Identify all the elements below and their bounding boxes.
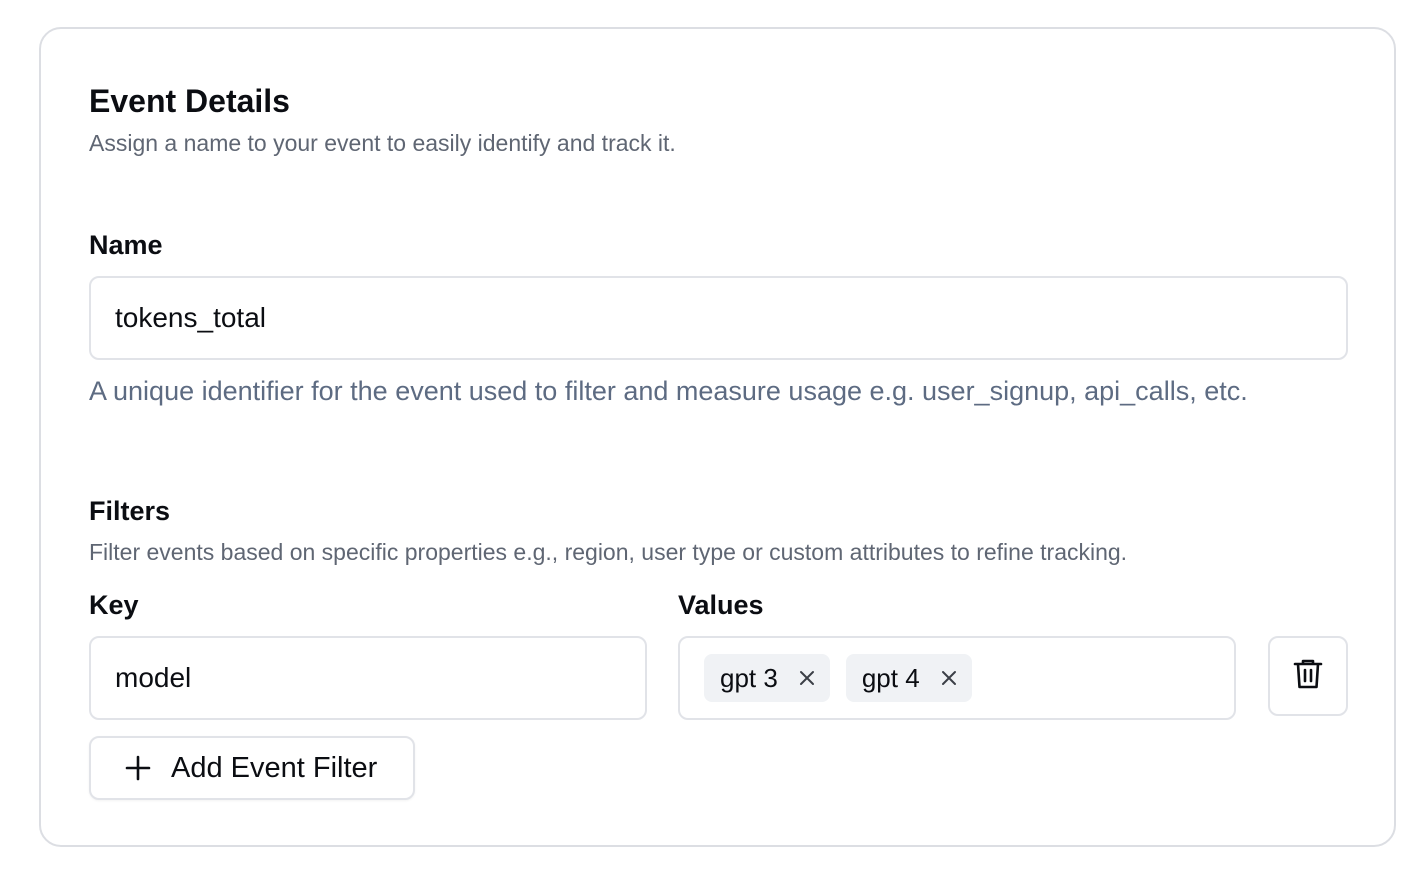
name-input-value: tokens_total: [115, 302, 266, 333]
event-details-card: Event Details Assign a name to your even…: [39, 27, 1396, 847]
key-label: Key: [89, 590, 139, 620]
section-title: Event Details: [89, 83, 290, 119]
value-chip-label: gpt 3: [720, 662, 778, 693]
filters-description: Filter events based on specific properti…: [89, 539, 1128, 565]
plus-icon: [125, 755, 151, 781]
trash-icon: [1293, 658, 1323, 695]
value-chip: gpt 3: [704, 654, 830, 702]
filter-key-value: model: [115, 662, 192, 693]
name-input[interactable]: tokens_total: [89, 276, 1348, 360]
filter-key-input[interactable]: model: [89, 636, 647, 720]
close-icon[interactable]: [940, 669, 958, 687]
close-icon[interactable]: [798, 669, 816, 687]
add-event-filter-button[interactable]: Add Event Filter: [89, 736, 415, 800]
values-label: Values: [678, 590, 764, 620]
value-chip-label: gpt 4: [861, 662, 920, 693]
filters-title: Filters: [89, 496, 171, 526]
section-description: Assign a name to your event to easily id…: [89, 130, 676, 156]
filter-values-input[interactable]: gpt 3 gpt 4: [678, 636, 1236, 720]
delete-filter-button[interactable]: [1268, 636, 1348, 716]
name-help-text: A unique identifier for the event used t…: [89, 376, 1248, 406]
add-event-filter-label: Add Event Filter: [171, 751, 378, 784]
value-chip: gpt 4: [845, 654, 972, 702]
name-label: Name: [89, 230, 163, 260]
